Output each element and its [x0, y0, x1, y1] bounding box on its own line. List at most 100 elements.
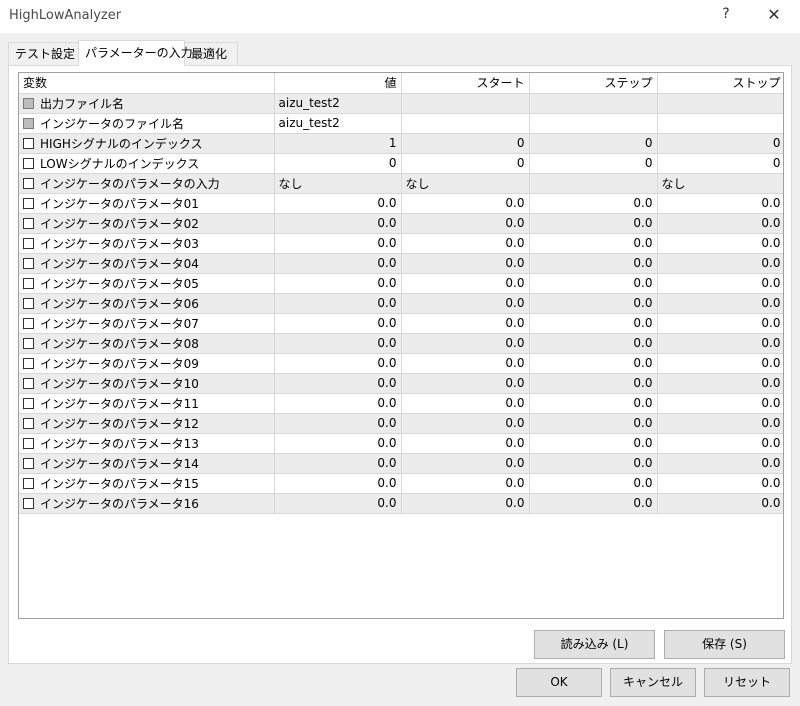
start-cell[interactable]: 0.0 — [401, 493, 530, 514]
close-icon[interactable]: ✕ — [765, 5, 783, 24]
optimize-checkbox[interactable] — [23, 137, 34, 149]
optimize-checkbox[interactable] — [23, 217, 34, 229]
column-header-start[interactable]: スタート — [401, 73, 530, 94]
step-cell[interactable]: 0.0 — [529, 373, 658, 394]
step-cell[interactable]: 0.0 — [529, 273, 658, 294]
start-cell[interactable]: 0.0 — [401, 433, 530, 454]
step-cell[interactable]: 0.0 — [529, 213, 658, 234]
value-cell[interactable]: aizu_test2 — [274, 93, 402, 114]
stop-cell[interactable] — [657, 93, 783, 114]
stop-cell[interactable]: 0.0 — [657, 393, 783, 414]
step-cell[interactable] — [529, 173, 658, 194]
value-cell[interactable]: 0.0 — [274, 473, 402, 494]
start-cell[interactable]: 0.0 — [401, 253, 530, 274]
optimize-checkbox[interactable] — [23, 177, 34, 189]
table-row[interactable]: インジケータのパラメータ16 0.0 0.0 0.0 0.0 — [19, 493, 783, 514]
reset-button[interactable]: リセット — [704, 668, 790, 697]
optimize-checkbox[interactable] — [23, 357, 34, 369]
stop-cell[interactable]: 0.0 — [657, 493, 783, 514]
stop-cell[interactable]: 0.0 — [657, 333, 783, 354]
value-cell[interactable]: 0.0 — [274, 353, 402, 374]
stop-cell[interactable]: 0 — [657, 153, 783, 174]
cancel-button[interactable]: キャンセル — [610, 668, 696, 697]
start-cell[interactable]: 0.0 — [401, 213, 530, 234]
start-cell[interactable]: 0.0 — [401, 353, 530, 374]
optimize-checkbox[interactable] — [23, 417, 34, 429]
table-row[interactable]: インジケータのパラメータ02 0.0 0.0 0.0 0.0 — [19, 213, 783, 234]
optimize-checkbox[interactable] — [23, 397, 34, 409]
table-row[interactable]: インジケータのパラメータ11 0.0 0.0 0.0 0.0 — [19, 393, 783, 414]
value-cell[interactable]: 0.0 — [274, 253, 402, 274]
value-cell[interactable]: aizu_test2 — [274, 113, 402, 134]
tab-test-settings[interactable]: テスト設定 — [8, 42, 83, 65]
column-header-stop[interactable]: ストップ — [657, 73, 783, 94]
start-cell[interactable]: 0.0 — [401, 293, 530, 314]
stop-cell[interactable]: 0.0 — [657, 353, 783, 374]
stop-cell[interactable]: 0.0 — [657, 413, 783, 434]
step-cell[interactable]: 0.0 — [529, 253, 658, 274]
step-cell[interactable]: 0.0 — [529, 433, 658, 454]
step-cell[interactable]: 0.0 — [529, 453, 658, 474]
value-cell[interactable]: 0.0 — [274, 453, 402, 474]
value-cell[interactable]: 0.0 — [274, 433, 402, 454]
table-row[interactable]: インジケータのパラメータ15 0.0 0.0 0.0 0.0 — [19, 473, 783, 494]
step-cell[interactable]: 0.0 — [529, 473, 658, 494]
stop-cell[interactable]: 0.0 — [657, 473, 783, 494]
start-cell[interactable]: 0 — [401, 153, 530, 174]
value-cell[interactable]: 0 — [274, 153, 402, 174]
table-row[interactable]: 出力ファイル名 aizu_test2 — [19, 93, 783, 114]
optimize-checkbox[interactable] — [23, 237, 34, 249]
start-cell[interactable]: 0.0 — [401, 273, 530, 294]
table-row[interactable]: インジケータのパラメータ01 0.0 0.0 0.0 0.0 — [19, 193, 783, 214]
start-cell[interactable]: 0.0 — [401, 393, 530, 414]
step-cell[interactable]: 0 — [529, 153, 658, 174]
optimize-checkbox[interactable] — [23, 277, 34, 289]
start-cell[interactable]: 0.0 — [401, 193, 530, 214]
stop-cell[interactable]: 0.0 — [657, 233, 783, 254]
table-row[interactable]: インジケータのパラメータ03 0.0 0.0 0.0 0.0 — [19, 233, 783, 254]
ok-button[interactable]: OK — [516, 668, 602, 697]
table-row[interactable]: インジケータのパラメータ04 0.0 0.0 0.0 0.0 — [19, 253, 783, 274]
value-cell[interactable]: 0.0 — [274, 413, 402, 434]
value-cell[interactable]: 0.0 — [274, 373, 402, 394]
step-cell[interactable] — [529, 113, 658, 134]
optimize-checkbox[interactable] — [23, 377, 34, 389]
optimize-checkbox[interactable] — [23, 477, 34, 489]
value-cell[interactable]: 0.0 — [274, 313, 402, 334]
column-header-variable[interactable]: 変数 — [19, 73, 275, 94]
stop-cell[interactable]: 0.0 — [657, 293, 783, 314]
optimize-checkbox[interactable] — [23, 337, 34, 349]
column-header-value[interactable]: 値 — [274, 73, 402, 94]
optimize-checkbox[interactable] — [23, 257, 34, 269]
optimize-checkbox[interactable] — [23, 437, 34, 449]
step-cell[interactable]: 0.0 — [529, 393, 658, 414]
start-cell[interactable] — [401, 93, 530, 114]
start-cell[interactable]: 0.0 — [401, 313, 530, 334]
stop-cell[interactable]: 0 — [657, 133, 783, 154]
step-cell[interactable]: 0.0 — [529, 293, 658, 314]
value-cell[interactable]: 0.0 — [274, 493, 402, 514]
save-button[interactable]: 保存 (S) — [664, 630, 785, 659]
stop-cell[interactable]: 0.0 — [657, 253, 783, 274]
value-cell[interactable]: 1 — [274, 133, 402, 154]
start-cell[interactable]: 0.0 — [401, 413, 530, 434]
stop-cell[interactable]: 0.0 — [657, 193, 783, 214]
table-row[interactable]: インジケータのパラメータの入力 なし なし なし — [19, 173, 783, 194]
table-row[interactable]: LOWシグナルのインデックス 0 0 0 0 — [19, 153, 783, 174]
optimize-checkbox[interactable] — [23, 457, 34, 469]
table-row[interactable]: インジケータのパラメータ12 0.0 0.0 0.0 0.0 — [19, 413, 783, 434]
stop-cell[interactable]: 0.0 — [657, 433, 783, 454]
start-cell[interactable]: 0.0 — [401, 473, 530, 494]
step-cell[interactable]: 0.0 — [529, 313, 658, 334]
value-cell[interactable]: 0.0 — [274, 293, 402, 314]
optimize-checkbox[interactable] — [23, 157, 34, 169]
stop-cell[interactable]: 0.0 — [657, 313, 783, 334]
step-cell[interactable]: 0.0 — [529, 193, 658, 214]
value-cell[interactable]: 0.0 — [274, 393, 402, 414]
start-cell[interactable]: 0.0 — [401, 373, 530, 394]
step-cell[interactable]: 0.0 — [529, 353, 658, 374]
value-cell[interactable]: 0.0 — [274, 193, 402, 214]
table-row[interactable]: インジケータのパラメータ09 0.0 0.0 0.0 0.0 — [19, 353, 783, 374]
step-cell[interactable]: 0 — [529, 133, 658, 154]
step-cell[interactable]: 0.0 — [529, 413, 658, 434]
